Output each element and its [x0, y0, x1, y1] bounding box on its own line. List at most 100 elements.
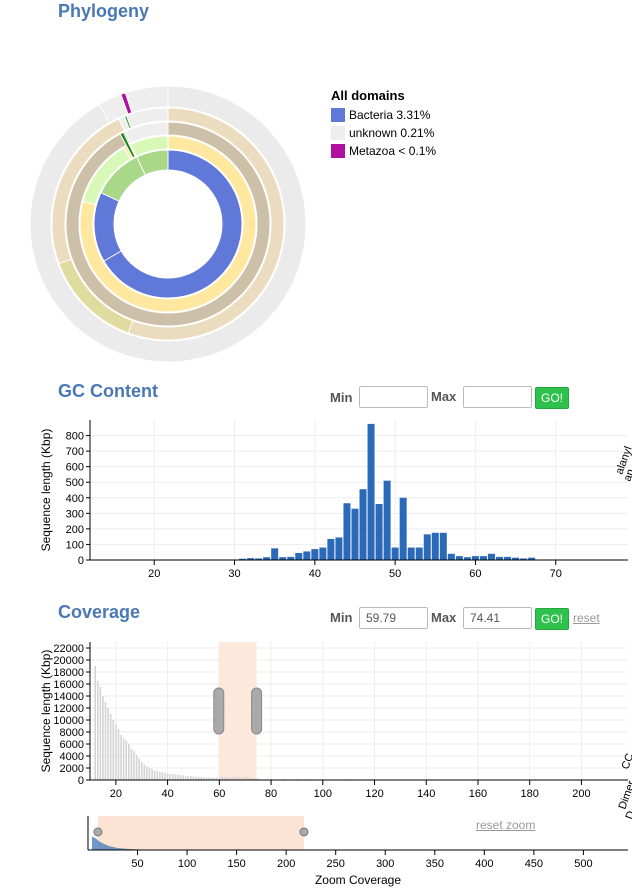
histogram-bar[interactable]: [479, 556, 487, 560]
histogram-bar[interactable]: [234, 776, 236, 780]
zoom-coverage-chart[interactable]: 50 100 150 200 250 300 350 400 450 500 Zoom Covera…: [0, 812, 632, 887]
histogram-bar[interactable]: [125, 740, 128, 780]
x-tick-label: 180: [521, 788, 539, 800]
gc-min-input[interactable]: [359, 386, 428, 408]
y-tick-label: 500: [66, 477, 84, 489]
histogram-bar[interactable]: [107, 708, 109, 780]
histogram-bar[interactable]: [431, 532, 439, 560]
legend-item[interactable]: Bacteria 3.31%: [331, 106, 436, 124]
y-tick-label: 600: [66, 462, 84, 474]
phylogeny-sunburst-chart[interactable]: [0, 0, 330, 375]
legend-item[interactable]: unknown 0.21%: [331, 124, 436, 142]
histogram-bar[interactable]: [96, 681, 99, 780]
histogram-bar[interactable]: [138, 758, 140, 780]
histogram-bar[interactable]: [127, 744, 130, 780]
histogram-bar[interactable]: [190, 776, 192, 780]
zoom-brush[interactable]: [97, 816, 304, 850]
histogram-bar[interactable]: [151, 769, 153, 780]
histogram-bar[interactable]: [169, 774, 171, 780]
brush-handle-left[interactable]: [213, 687, 225, 735]
histogram-bar[interactable]: [303, 551, 311, 560]
x-tick-label: 20: [110, 788, 122, 800]
coverage-histogram[interactable]: 20 40 60 80 100 120 140 160 180 20002000400060008…: [0, 630, 632, 830]
histogram-bar[interactable]: [179, 775, 182, 780]
histogram-bar[interactable]: [130, 748, 133, 780]
histogram-bar[interactable]: [99, 687, 102, 780]
histogram-bar[interactable]: [351, 508, 359, 560]
histogram-bar[interactable]: [184, 775, 187, 780]
y-tick-label: 300: [66, 508, 84, 520]
histogram-bar[interactable]: [148, 768, 151, 780]
x-tick-label: 80: [265, 788, 277, 800]
histogram-bar[interactable]: [140, 762, 143, 780]
histogram-bar[interactable]: [311, 549, 319, 560]
histogram-bar[interactable]: [439, 532, 447, 560]
histogram-bar[interactable]: [447, 553, 455, 560]
histogram-bar[interactable]: [122, 738, 125, 780]
coverage-max-input[interactable]: [463, 607, 532, 629]
coverage-go-button[interactable]: GO!: [535, 608, 569, 630]
histogram-bar[interactable]: [295, 553, 303, 560]
histogram-bar[interactable]: [177, 774, 179, 780]
coverage-min-input[interactable]: [359, 607, 428, 629]
histogram-bar[interactable]: [166, 773, 169, 780]
histogram-bar[interactable]: [335, 537, 343, 560]
histogram-bar[interactable]: [383, 480, 391, 560]
histogram-bar[interactable]: [161, 772, 164, 780]
histogram-bar[interactable]: [156, 771, 159, 780]
histogram-bar[interactable]: [109, 714, 112, 780]
coverage-selection-brush[interactable]: [218, 642, 257, 780]
histogram-bar[interactable]: [102, 696, 104, 780]
histogram-bar[interactable]: [423, 534, 431, 560]
histogram-bar[interactable]: [375, 504, 383, 560]
histogram-bar[interactable]: [407, 547, 415, 560]
histogram-bar[interactable]: [343, 503, 351, 560]
y-tick-label: 12000: [53, 703, 84, 715]
histogram-bar[interactable]: [112, 720, 115, 780]
histogram-bar[interactable]: [164, 772, 166, 780]
coverage-reset-link[interactable]: reset: [573, 611, 600, 625]
histogram-bar[interactable]: [319, 547, 327, 560]
histogram-bar[interactable]: [221, 776, 223, 780]
legend-label: Bacteria 3.31%: [349, 108, 431, 122]
histogram-bar[interactable]: [120, 735, 122, 780]
histogram-bar[interactable]: [174, 774, 177, 780]
histogram-bar[interactable]: [391, 547, 399, 560]
histogram-bar[interactable]: [135, 754, 138, 780]
histogram-bar[interactable]: [182, 775, 184, 780]
coverage-clipped-label: Dimer: [617, 779, 632, 811]
histogram-bar[interactable]: [171, 774, 174, 780]
zoom-handle-right[interactable]: [299, 827, 309, 837]
histogram-bar[interactable]: [133, 751, 135, 780]
histogram-bar[interactable]: [192, 776, 195, 780]
histogram-bar[interactable]: [94, 666, 96, 780]
histogram-bar[interactable]: [159, 771, 161, 780]
histogram-bar[interactable]: [327, 539, 335, 560]
histogram-bar[interactable]: [187, 776, 190, 780]
histogram-bar[interactable]: [471, 556, 479, 560]
gc-max-input[interactable]: [463, 386, 532, 408]
histogram-bar[interactable]: [399, 497, 407, 560]
histogram-bar[interactable]: [359, 489, 367, 560]
histogram-bar[interactable]: [244, 776, 246, 780]
histogram-bar[interactable]: [367, 423, 375, 560]
histogram-bar[interactable]: [153, 770, 156, 780]
histogram-bar[interactable]: [415, 547, 423, 560]
histogram-bar[interactable]: [115, 724, 117, 780]
histogram-bar[interactable]: [271, 548, 279, 560]
x-tick-label: 100: [314, 788, 332, 800]
zoom-x-tick-label: 300: [376, 858, 394, 870]
legend-item[interactable]: Metazoa < 0.1%: [331, 142, 436, 160]
histogram-bar[interactable]: [143, 764, 146, 780]
histogram-bar[interactable]: [117, 729, 120, 780]
gc-content-histogram[interactable]: 20 30 40 50 60 700100200300400500600700800Seq…: [0, 410, 632, 595]
gc-go-button[interactable]: GO!: [535, 387, 569, 409]
histogram-bar[interactable]: [104, 702, 107, 780]
y-tick-label: 0: [78, 555, 84, 567]
histogram-bar[interactable]: [146, 766, 148, 780]
zoom-handle-left[interactable]: [93, 827, 103, 837]
histogram-bar[interactable]: [455, 556, 463, 560]
legend-swatch: [331, 108, 345, 122]
brush-handle-right[interactable]: [251, 687, 263, 735]
histogram-bar[interactable]: [487, 553, 495, 560]
